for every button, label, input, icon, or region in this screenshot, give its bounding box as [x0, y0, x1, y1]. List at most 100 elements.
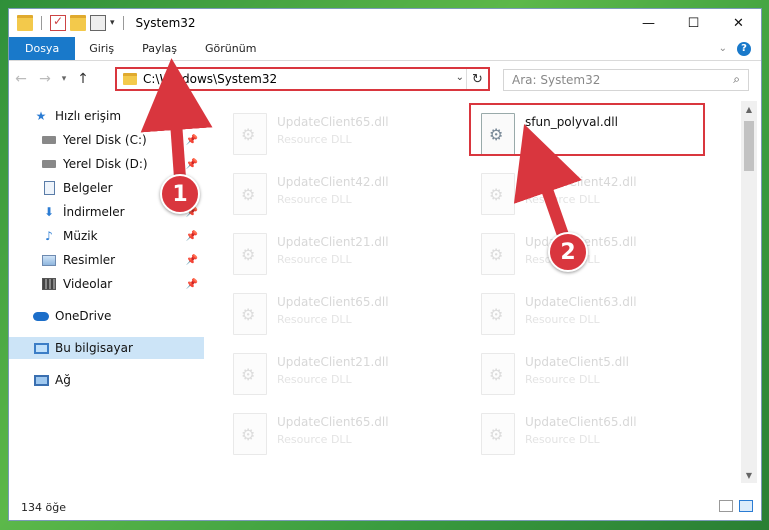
- sidebar-item-this-pc[interactable]: Bu bilgisayar: [9, 337, 204, 359]
- sidebar-item-onedrive[interactable]: OneDrive: [9, 305, 204, 327]
- file-item[interactable]: UpdateClient63.dll Resource DLL: [463, 287, 693, 343]
- scroll-down-icon[interactable]: ▼: [741, 467, 757, 483]
- file-name: UpdateClient5.dll: [525, 355, 629, 369]
- item-count: 134 öğe: [21, 500, 66, 514]
- dll-file-icon: [481, 173, 515, 215]
- sidebar-item-label: Belgeler: [63, 181, 113, 195]
- up-button[interactable]: ↑: [71, 71, 95, 87]
- search-icon[interactable]: ⌕: [733, 72, 740, 87]
- tab-share[interactable]: Paylaş: [128, 37, 191, 60]
- sidebar-item-label: Resimler: [63, 253, 116, 267]
- callout-badge-one: 1: [160, 174, 200, 214]
- tab-view[interactable]: Görünüm: [191, 37, 270, 60]
- sidebar-item-music[interactable]: ♪ Müzik 📌: [9, 225, 204, 247]
- address-row: ← → ▾ ↑ C:\Windows\System32 ⌄ ↻ Ara: Sys…: [9, 65, 761, 93]
- sidebar-item-network[interactable]: Ağ: [9, 369, 204, 391]
- file-name: UpdateClient65.dll: [277, 295, 389, 309]
- title-bar: ▾ System32 — ☐ ✕: [9, 9, 761, 37]
- dll-file-icon: [481, 233, 515, 275]
- drive-icon: [41, 133, 57, 147]
- music-icon: ♪: [45, 229, 53, 243]
- network-icon: [33, 373, 49, 387]
- maximize-button[interactable]: ☐: [671, 9, 716, 37]
- sidebar-item-quick-access[interactable]: ★ Hızlı erişim: [9, 105, 204, 127]
- dll-file-icon: [233, 233, 267, 275]
- file-name: UpdateClient42.dll: [277, 175, 389, 189]
- file-item[interactable]: UpdateClient65.dll Resource DLL: [215, 107, 445, 163]
- tab-home[interactable]: Giriş: [75, 37, 128, 60]
- scroll-thumb[interactable]: [744, 121, 754, 171]
- close-button[interactable]: ✕: [716, 9, 761, 37]
- pin-icon[interactable]: 📌: [186, 231, 198, 242]
- customize-icon[interactable]: [90, 15, 106, 31]
- callout-badge-two: 2: [548, 232, 588, 272]
- back-button[interactable]: ←: [9, 71, 33, 87]
- forward-button[interactable]: →: [33, 71, 57, 87]
- status-bar: 134 öğe: [9, 494, 761, 520]
- sidebar-item-label: Bu bilgisayar: [55, 341, 133, 355]
- file-name: UpdateClient65.dll: [525, 415, 637, 429]
- file-type: Resource DLL: [277, 253, 352, 266]
- refresh-button[interactable]: ↻: [466, 69, 488, 89]
- sidebar-item-label: Hızlı erişim: [55, 109, 122, 123]
- minimize-button[interactable]: —: [626, 9, 671, 37]
- large-icons-view-icon[interactable]: [739, 500, 753, 512]
- sidebar-item-pictures[interactable]: Resimler 📌: [9, 249, 204, 271]
- file-item[interactable]: UpdateClient65.dll Resource DLL: [215, 287, 445, 343]
- new-folder-icon[interactable]: [70, 15, 86, 31]
- properties-check-icon[interactable]: [50, 14, 66, 31]
- help-icon[interactable]: ?: [737, 41, 751, 56]
- file-name: UpdateClient63.dll: [525, 295, 637, 309]
- tab-file[interactable]: Dosya: [9, 37, 76, 60]
- explorer-window: ▾ System32 — ☐ ✕ Dosya Giriş Paylaş Görü…: [8, 8, 762, 521]
- file-name: UpdateClient65.dll: [277, 415, 389, 429]
- file-item[interactable]: UpdateClient42.dll Resource DLL: [463, 167, 693, 223]
- sidebar-item-disk-c[interactable]: Yerel Disk (C:) 📌: [9, 129, 204, 151]
- details-view-icon[interactable]: [719, 500, 733, 512]
- file-name: UpdateClient42.dll: [525, 175, 637, 189]
- file-type: Resource DLL: [525, 373, 600, 386]
- drive-icon: [41, 157, 57, 171]
- dll-file-icon: [233, 173, 267, 215]
- vertical-scrollbar[interactable]: ▲ ▼: [741, 101, 757, 483]
- scroll-up-icon[interactable]: ▲: [741, 101, 757, 117]
- pin-icon[interactable]: 📌: [186, 159, 198, 170]
- documents-icon: [41, 181, 57, 195]
- expand-ribbon-icon[interactable]: ⌄: [719, 43, 727, 54]
- folder-icon: [17, 15, 33, 31]
- ribbon-right: ⌄ ?: [719, 37, 761, 60]
- ribbon-tabs: Dosya Giriş Paylaş Görünüm ⌄ ?: [9, 37, 761, 61]
- file-item[interactable]: UpdateClient5.dll Resource DLL: [463, 347, 693, 403]
- navigation-pane: ★ Hızlı erişim Yerel Disk (C:) 📌 Yerel D…: [9, 101, 204, 481]
- sidebar-item-label: Videolar: [63, 277, 113, 291]
- sidebar-item-disk-d[interactable]: Yerel Disk (D:) 📌: [9, 153, 204, 175]
- file-type: Resource DLL: [277, 433, 352, 446]
- dll-file-icon: [481, 353, 515, 395]
- recent-locations-icon[interactable]: ▾: [57, 74, 71, 84]
- file-item[interactable]: UpdateClient21.dll Resource DLL: [215, 227, 445, 283]
- dll-file-icon: [481, 413, 515, 455]
- pin-icon[interactable]: 📌: [186, 279, 198, 290]
- chevron-down-icon[interactable]: ⌄: [456, 72, 464, 83]
- pin-icon[interactable]: 📌: [186, 135, 198, 146]
- pictures-icon: [41, 253, 57, 267]
- pin-icon[interactable]: 📌: [186, 255, 198, 266]
- search-input[interactable]: Ara: System32 ⌕: [503, 69, 749, 91]
- folder-icon: [123, 73, 137, 85]
- videos-icon: [41, 277, 57, 291]
- quick-access-toolbar: ▾: [9, 14, 128, 31]
- file-type: Resource DLL: [525, 433, 600, 446]
- target-file-highlight: [469, 103, 705, 156]
- file-item[interactable]: UpdateClient65.dll Resource DLL: [215, 407, 445, 463]
- sidebar-item-videos[interactable]: Videolar 📌: [9, 273, 204, 295]
- file-item[interactable]: UpdateClient42.dll Resource DLL: [215, 167, 445, 223]
- file-item[interactable]: UpdateClient21.dll Resource DLL: [215, 347, 445, 403]
- file-name: UpdateClient21.dll: [277, 355, 389, 369]
- address-path[interactable]: C:\Windows\System32: [143, 72, 277, 86]
- downloads-icon: ⬇: [43, 205, 55, 219]
- file-item[interactable]: UpdateClient65.dll Resource DLL: [463, 407, 693, 463]
- chevron-down-icon[interactable]: ▾: [110, 18, 115, 28]
- dll-file-icon: [233, 413, 267, 455]
- sidebar-item-label: İndirmeler: [63, 205, 125, 219]
- address-bar[interactable]: C:\Windows\System32 ⌄ ↻: [115, 67, 490, 91]
